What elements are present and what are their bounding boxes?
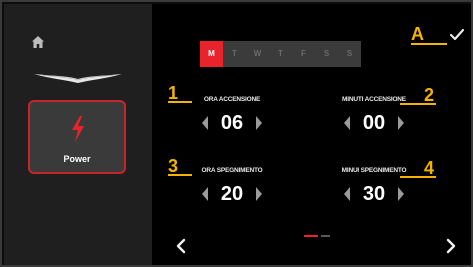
setting-value: 20 [220,183,244,205]
setting-value: 30 [362,183,386,205]
brand-wings-logo [34,74,122,83]
setting-title: ORA SPEGNIMENTO [201,167,263,174]
sidebar: Power [4,4,152,265]
callout-a: A [411,24,447,45]
page-dot-active [304,235,318,237]
chevron-left-icon[interactable] [200,115,210,131]
callout-2-underline [400,103,436,105]
chevron-right-icon[interactable] [396,115,406,131]
home-icon[interactable] [32,36,44,48]
setting-title: ORA ACCENSIONE [203,96,261,103]
chevron-right-icon[interactable] [446,238,456,254]
chevron-left-icon[interactable] [200,186,210,202]
day-sunday[interactable]: S [338,41,361,67]
lightning-bolt-icon [72,116,84,142]
day-wednesday[interactable]: W [246,41,269,67]
callout-3-underline [168,174,192,176]
infotainment-screen: Power M T W T F S S A 1 ORA ACCENSIONE 0… [0,0,473,267]
setting-title: MINUTI ACCENSIONE [342,96,406,103]
day-friday[interactable]: F [292,41,315,67]
power-label: Power [63,154,91,164]
schedule-panel: M T W T F S S A 1 ORA ACCENSIONE 06 2 MI… [152,4,471,265]
setting-value: 00 [362,112,386,134]
chevron-left-icon[interactable] [342,186,352,202]
callout-a-underline [411,43,447,45]
page-dot [321,235,330,237]
chevron-right-icon[interactable] [254,186,264,202]
day-tuesday[interactable]: T [223,41,246,67]
chevron-left-icon[interactable] [342,115,352,131]
chevron-right-icon[interactable] [396,186,406,202]
callout-4-underline [400,176,436,178]
day-monday[interactable]: M [200,41,223,67]
chevron-left-icon[interactable] [176,238,186,254]
checkmark-icon[interactable] [449,27,465,43]
day-selector: M T W T F S S [200,41,361,67]
setting-value: 06 [220,112,244,134]
chevron-right-icon[interactable] [254,115,264,131]
day-thursday[interactable]: T [269,41,292,67]
setting-title: MINUI SPEGNIMENTO [341,167,407,174]
power-button[interactable]: Power [28,100,126,174]
callout-a-label: A [411,24,424,44]
day-saturday[interactable]: S [315,41,338,67]
